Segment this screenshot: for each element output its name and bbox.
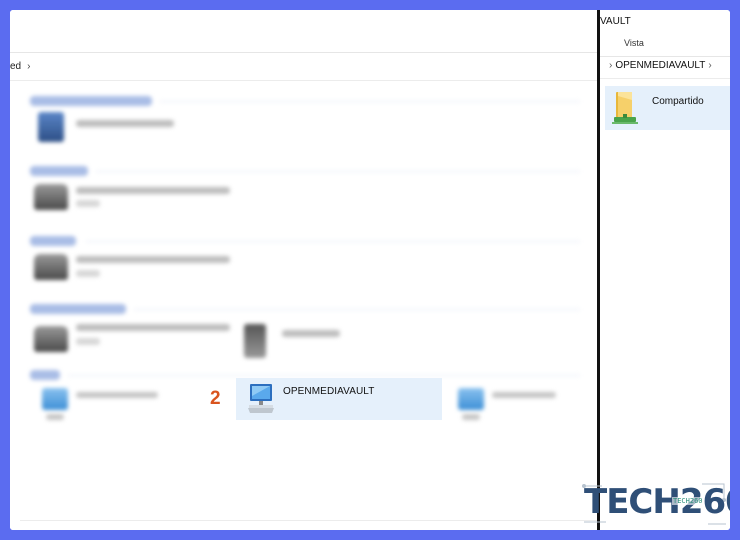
network-device-label: OPENMEDIAVAULT xyxy=(283,386,375,397)
chevron-right-icon[interactable]: › xyxy=(708,60,711,71)
device-icon xyxy=(34,254,68,280)
device-icon xyxy=(38,112,64,142)
ribbon-separator xyxy=(10,52,598,53)
left-address-bar[interactable]: ed › xyxy=(10,58,598,76)
device-icon xyxy=(34,326,68,352)
group-divider xyxy=(68,375,580,376)
group-header xyxy=(30,304,126,314)
shared-folder-item[interactable]: Compartido xyxy=(605,86,730,130)
network-device-openmediavault[interactable]: OPENMEDIAVAULT xyxy=(236,378,442,420)
breadcrumb-location[interactable]: OPENMEDIAVAULT xyxy=(615,60,705,71)
breadcrumb[interactable]: › OPENMEDIAVAULT › xyxy=(606,60,715,71)
blurred-device-groups xyxy=(10,82,598,382)
group-divider xyxy=(86,241,580,242)
group-header xyxy=(30,370,60,380)
chevron-right-icon[interactable]: › xyxy=(27,61,30,72)
group-header xyxy=(30,166,88,176)
menu-view[interactable]: Vista xyxy=(624,38,644,48)
group-divider xyxy=(160,101,580,102)
shared-folder-label: Compartido xyxy=(652,96,704,107)
network-item-sublabel xyxy=(46,414,64,420)
device-icon xyxy=(244,324,266,358)
network-item-label xyxy=(492,392,556,398)
network-item-label xyxy=(76,392,158,398)
screenshot-frame: ed › 2 OPENMEDIAVAULT VAULT Vista › OPEN… xyxy=(10,10,730,530)
address-separator xyxy=(10,80,598,81)
device-sublabel xyxy=(76,338,100,345)
device-icon xyxy=(34,184,68,210)
device-label xyxy=(76,324,230,331)
address-fragment: ed xyxy=(10,61,22,72)
device-label xyxy=(76,256,230,263)
device-label xyxy=(76,120,174,127)
network-folder-icon xyxy=(458,388,484,410)
device-label xyxy=(282,330,340,337)
address-separator xyxy=(600,78,730,79)
watermark-subtext: TECH260 xyxy=(672,497,704,505)
group-divider xyxy=(96,171,580,172)
network-folder-icon xyxy=(42,388,68,410)
group-header xyxy=(30,96,152,106)
network-item-sublabel xyxy=(462,414,480,420)
group-header xyxy=(30,236,76,246)
group-divider xyxy=(134,309,580,310)
computer-icon xyxy=(248,384,274,413)
watermark-text: TECH260 xyxy=(584,482,730,522)
shared-folder-icon xyxy=(612,92,638,124)
device-sublabel xyxy=(76,270,100,277)
step-number: 2 xyxy=(210,388,221,409)
window-title: VAULT xyxy=(600,16,631,27)
left-explorer-window: ed › 2 OPENMEDIAVAULT xyxy=(10,10,598,530)
tech260-watermark: TECH260 TECH260 xyxy=(582,478,730,530)
device-label xyxy=(76,187,230,194)
ribbon-separator xyxy=(600,56,730,57)
chevron-right-icon[interactable]: › xyxy=(609,60,612,71)
status-separator xyxy=(20,520,598,521)
right-explorer-window: VAULT Vista › OPENMEDIAVAULT › Compartido xyxy=(600,10,730,530)
device-sublabel xyxy=(76,200,100,207)
